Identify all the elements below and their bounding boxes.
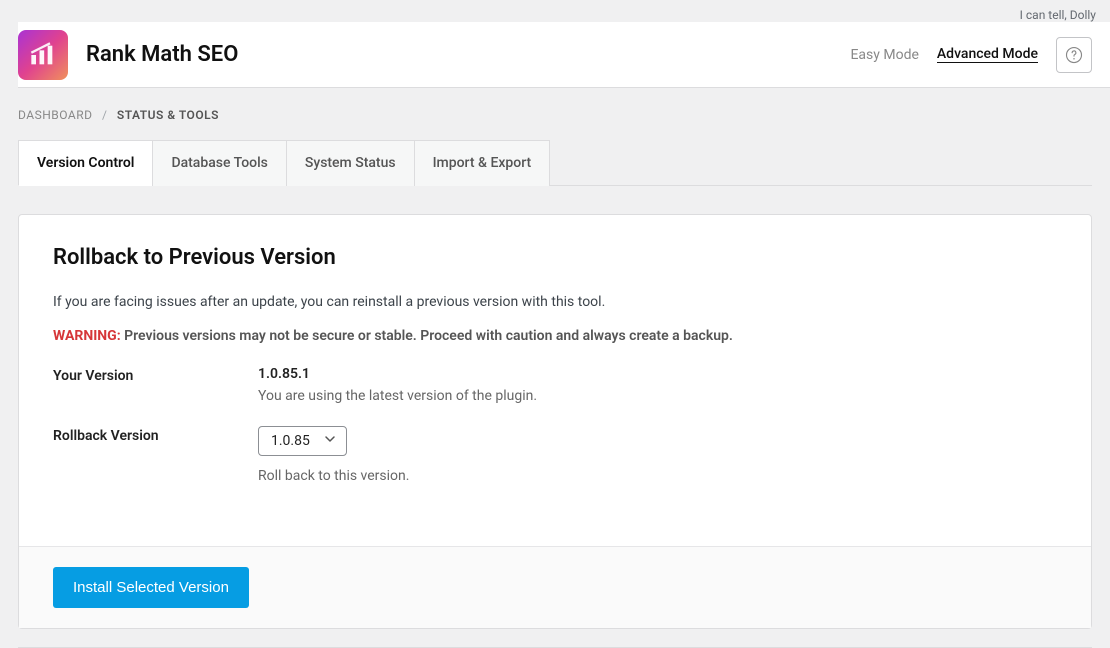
panel-description: If you are facing issues after an update… bbox=[53, 294, 1057, 310]
panel-title: Rollback to Previous Version bbox=[53, 245, 1057, 270]
chevron-down-icon bbox=[324, 433, 336, 449]
breadcrumb-dashboard[interactable]: DASHBOARD bbox=[18, 108, 92, 122]
warning-label: WARNING: bbox=[53, 328, 121, 344]
rollback-version-select[interactable]: 1.0.85 bbox=[258, 426, 347, 456]
breadcrumb-separator: / bbox=[102, 108, 107, 122]
tab-database-tools[interactable]: Database Tools bbox=[152, 140, 286, 186]
your-version-value: 1.0.85.1 bbox=[258, 366, 1057, 382]
page-title: Rank Math SEO bbox=[86, 42, 850, 67]
warning-line: WARNING: Previous versions may not be se… bbox=[53, 328, 1057, 344]
easy-mode-link[interactable]: Easy Mode bbox=[850, 47, 918, 63]
tabs-nav: Version Control Database Tools System St… bbox=[18, 140, 1092, 186]
advanced-mode-link[interactable]: Advanced Mode bbox=[937, 46, 1038, 63]
panel-footer: Install Selected Version bbox=[19, 546, 1091, 628]
tab-import-export[interactable]: Import & Export bbox=[414, 140, 551, 186]
mode-toggle: Easy Mode Advanced Mode bbox=[850, 46, 1038, 63]
rollback-version-row: Rollback Version 1.0.85 Roll back to thi… bbox=[53, 426, 1057, 484]
top-right-note: I can tell, Dolly bbox=[0, 0, 1110, 22]
your-version-sub: You are using the latest version of the … bbox=[258, 388, 1057, 404]
install-selected-version-button[interactable]: Install Selected Version bbox=[53, 567, 249, 608]
help-icon bbox=[1065, 46, 1083, 64]
rollback-selected-value: 1.0.85 bbox=[271, 433, 310, 449]
header: Rank Math SEO Easy Mode Advanced Mode bbox=[18, 22, 1110, 88]
rollback-panel: Rollback to Previous Version If you are … bbox=[18, 214, 1092, 629]
chart-logo-icon bbox=[29, 41, 57, 69]
rollback-version-label: Rollback Version bbox=[53, 426, 258, 444]
your-version-row: Your Version 1.0.85.1 You are using the … bbox=[53, 366, 1057, 404]
your-version-label: Your Version bbox=[53, 366, 258, 384]
warning-text: Previous versions may not be secure or s… bbox=[124, 328, 733, 344]
tab-version-control[interactable]: Version Control bbox=[18, 140, 153, 186]
breadcrumb: DASHBOARD / STATUS & TOOLS bbox=[0, 88, 1110, 140]
help-button[interactable] bbox=[1056, 37, 1092, 73]
breadcrumb-current: STATUS & TOOLS bbox=[117, 108, 219, 122]
rank-math-logo bbox=[18, 30, 68, 80]
tab-system-status[interactable]: System Status bbox=[286, 140, 415, 186]
rollback-version-sub: Roll back to this version. bbox=[258, 468, 1057, 484]
